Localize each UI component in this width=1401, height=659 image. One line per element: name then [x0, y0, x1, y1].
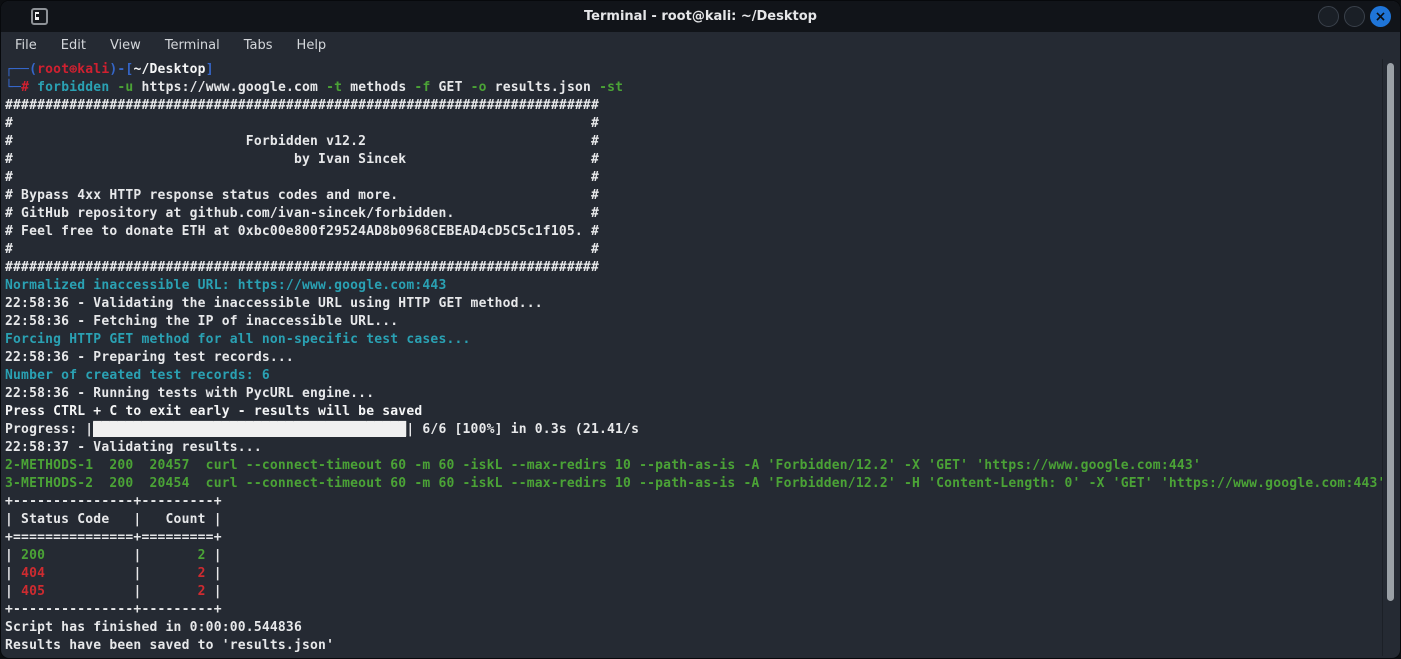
terminal-line: 22:58:36 - Fetching the IP of inaccessib…: [5, 314, 399, 329]
menu-item-view[interactable]: View: [98, 34, 153, 57]
minimize-button[interactable]: [1318, 6, 1339, 27]
terminal-line: 2-METHODS-1 200 20457 curl --connect-tim…: [5, 458, 1201, 473]
close-button[interactable]: ×: [1370, 6, 1391, 27]
terminal-line: # #: [5, 170, 599, 185]
terminal-line: 22:58:36 - Preparing test records...: [5, 350, 294, 365]
menu-bar: File Edit View Terminal Tabs Help: [1, 32, 1400, 59]
terminal-line: ┌──(root⊕kali)-[~/Desktop]: [5, 62, 214, 77]
terminal-line: # #: [5, 242, 599, 257]
terminal-line: # GitHub repository at github.com/ivan-s…: [5, 206, 599, 221]
scrollbar-thumb[interactable]: [1387, 63, 1394, 601]
terminal-line: | Status Code | Count |: [5, 512, 222, 527]
terminal-line: └─# forbidden -u https://www.google.com …: [5, 80, 624, 95]
close-icon: ×: [1374, 8, 1387, 25]
menu-item-edit[interactable]: Edit: [49, 34, 98, 57]
menu-item-tabs[interactable]: Tabs: [232, 34, 285, 57]
terminal-line: +---------------+---------+: [5, 602, 222, 617]
terminal-line: +===============+=========+: [5, 530, 222, 545]
menu-item-terminal[interactable]: Terminal: [153, 34, 232, 57]
terminal-line: # Bypass 4xx HTTP response status codes …: [5, 188, 599, 203]
window-title: Terminal - root@kali: ~/Desktop: [584, 9, 817, 24]
terminal-line: ########################################…: [5, 260, 599, 275]
terminal-line: +---------------+---------+: [5, 494, 222, 509]
window-controls: ×: [1318, 6, 1391, 27]
terminal-line: Number of created test records: 6: [5, 368, 270, 383]
terminal-line: # by Ivan Sincek #: [5, 152, 599, 167]
terminal-line: Press CTRL + C to exit early - results w…: [5, 404, 423, 419]
terminal-line: 22:58:36 - Validating the inaccessible U…: [5, 296, 543, 311]
terminal-line: | 404 | 2 |: [5, 566, 222, 581]
terminal-line: 22:58:36 - Running tests with PycURL eng…: [5, 386, 375, 401]
terminal-line: # Forbidden v12.2 #: [5, 134, 599, 149]
terminal-line: | 200 | 2 |: [5, 548, 222, 563]
terminal-window: Terminal - root@kali: ~/Desktop × File E…: [0, 0, 1401, 659]
terminal-line: ########################################…: [5, 98, 599, 113]
terminal-line: Forcing HTTP GET method for all non-spec…: [5, 332, 471, 347]
terminal-line: Progress: |█████████████████████████████…: [5, 422, 640, 437]
terminal-line: Normalized inaccessible URL: https://www…: [5, 278, 447, 293]
terminal-line: 3-METHODS-2 200 20454 curl --connect-tim…: [5, 476, 1386, 491]
menu-item-file[interactable]: File: [3, 34, 49, 57]
terminal-line: 22:58:37 - Validating results...: [5, 440, 262, 455]
terminal-line: Results have been saved to 'results.json…: [5, 638, 335, 653]
title-bar: Terminal - root@kali: ~/Desktop ×: [1, 1, 1400, 32]
terminal-line: # #: [5, 116, 599, 131]
terminal-line: Script has finished in 0:00:00.544836: [5, 620, 302, 635]
terminal-line: # Feel free to donate ETH at 0xbc00e800f…: [5, 224, 599, 239]
terminal-screen[interactable]: ┌──(root⊕kali)-[~/Desktop] └─# forbidden …: [1, 59, 1400, 655]
maximize-button[interactable]: [1344, 6, 1365, 27]
terminal-line: | 405 | 2 |: [5, 584, 222, 599]
menu-item-help[interactable]: Help: [285, 34, 339, 57]
